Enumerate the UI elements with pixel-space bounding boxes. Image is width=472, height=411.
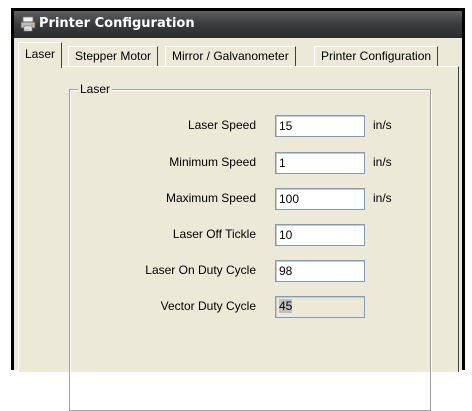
laser-speed-label: Laser Speed bbox=[187, 118, 256, 132]
maximum-speed-unit: in/s bbox=[373, 191, 392, 205]
printer-icon bbox=[20, 16, 36, 32]
tab-laser[interactable]: Laser bbox=[18, 42, 63, 68]
maximum-speed-row: Maximum Speed in/s bbox=[70, 188, 430, 210]
minimum-speed-row: Minimum Speed in/s bbox=[70, 152, 430, 174]
laser-speed-input[interactable] bbox=[275, 115, 365, 137]
maximum-speed-input[interactable] bbox=[275, 188, 365, 210]
laser-groupbox: Laser Laser Speed in/s Minimum Speed in/… bbox=[69, 82, 431, 411]
window-client-area: Laser Stepper Motor Mirror / Galvanomete… bbox=[14, 38, 462, 411]
tab-printer-configuration[interactable]: Printer Configuration bbox=[314, 46, 439, 66]
minimum-speed-unit: in/s bbox=[373, 155, 392, 169]
laser-speed-row: Laser Speed in/s bbox=[70, 115, 430, 137]
title-bar[interactable]: Printer Configuration bbox=[14, 11, 462, 38]
laser-off-tickle-row: Laser Off Tickle bbox=[70, 224, 430, 246]
minimum-speed-input[interactable] bbox=[275, 152, 365, 174]
laser-on-duty-cycle-row: Laser On Duty Cycle bbox=[70, 260, 430, 282]
groupbox-label: Laser bbox=[78, 82, 113, 96]
window-title: Printer Configuration bbox=[39, 16, 195, 31]
laser-off-tickle-label: Laser Off Tickle bbox=[172, 227, 256, 241]
vector-duty-cycle-input[interactable]: 45 bbox=[275, 296, 365, 318]
tab-strip: Laser Stepper Motor Mirror / Galvanomete… bbox=[18, 42, 462, 68]
vector-duty-cycle-row: Vector Duty Cycle 45 bbox=[70, 296, 430, 318]
tab-stepper-motor[interactable]: Stepper Motor bbox=[68, 46, 159, 66]
tab-mirror-galvanometer[interactable]: Mirror / Galvanometer bbox=[165, 46, 296, 66]
laser-off-tickle-input[interactable] bbox=[275, 224, 365, 246]
laser-on-duty-cycle-label: Laser On Duty Cycle bbox=[145, 263, 256, 277]
laser-speed-unit: in/s bbox=[373, 118, 392, 132]
vector-duty-cycle-label: Vector Duty Cycle bbox=[160, 299, 256, 313]
minimum-speed-label: Minimum Speed bbox=[169, 155, 256, 169]
laser-on-duty-cycle-input[interactable] bbox=[275, 260, 365, 282]
laser-tab-panel: Laser Laser Speed in/s Minimum Speed in/… bbox=[18, 66, 459, 411]
printer-configuration-window: Printer Configuration Laser Stepper Moto… bbox=[11, 8, 465, 411]
maximum-speed-label: Maximum Speed bbox=[165, 191, 256, 205]
